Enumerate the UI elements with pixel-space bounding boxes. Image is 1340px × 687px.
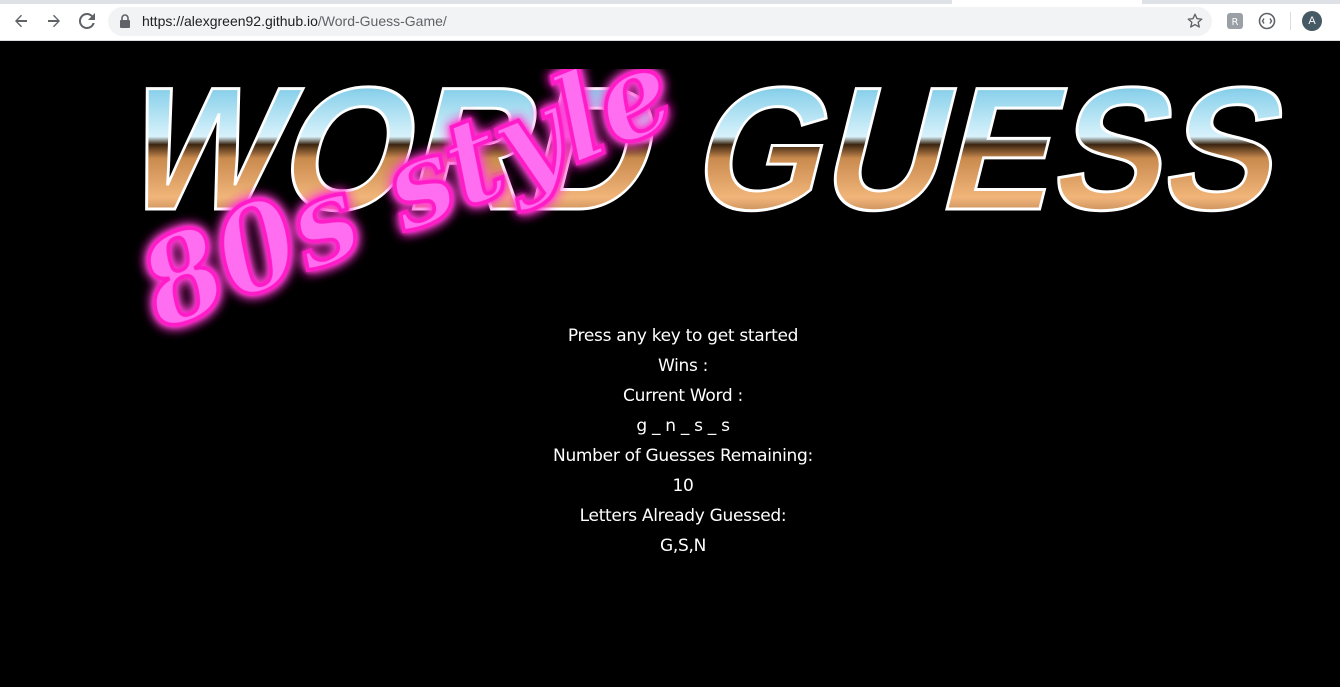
guesses-remaining-label: Number of Guesses Remaining:: [553, 446, 813, 466]
start-prompt: Press any key to get started: [567, 326, 799, 346]
toolbar-separator: [1290, 12, 1291, 30]
forward-button[interactable]: [42, 9, 66, 33]
back-button[interactable]: [9, 9, 33, 33]
avatar[interactable]: A: [1302, 11, 1322, 31]
wins-label: Wins :: [657, 356, 709, 376]
letters-guessed-label: Letters Already Guessed:: [579, 506, 787, 526]
address-bar[interactable]: https://alexgreen92.github.io/Word-Guess…: [108, 7, 1212, 36]
extension-icon[interactable]: R: [1226, 12, 1244, 30]
guesses-remaining: 10: [672, 476, 694, 496]
browser-toolbar: https://alexgreen92.github.io/Word-Guess…: [0, 0, 1340, 41]
lock-icon: [120, 14, 130, 28]
svg-text:R: R: [1232, 17, 1239, 28]
url-host: https://alexgreen92.github.io: [142, 13, 318, 29]
star-icon[interactable]: [1186, 12, 1204, 30]
extension-icon[interactable]: [1258, 12, 1276, 30]
current-word: g _ n _ s _ s: [636, 416, 730, 436]
url-text[interactable]: https://alexgreen92.github.io/Word-Guess…: [142, 12, 447, 31]
reload-button[interactable]: [75, 9, 99, 33]
letters-guessed: G,S,N: [660, 536, 706, 556]
game-info: Press any key to get started Wins : Curr…: [470, 321, 896, 561]
active-tab[interactable]: [952, 0, 1142, 4]
page-content: WORD GUESS WORD GUESS 80s style Press an…: [0, 41, 1340, 687]
back-arrow-icon: [15, 14, 27, 28]
current-word-label: Current Word :: [623, 386, 743, 406]
url-path: /Word-Guess-Game/: [317, 13, 447, 29]
tab-strip: [0, 0, 1340, 4]
reload-icon: [79, 13, 95, 29]
forward-arrow-icon: [48, 14, 60, 28]
